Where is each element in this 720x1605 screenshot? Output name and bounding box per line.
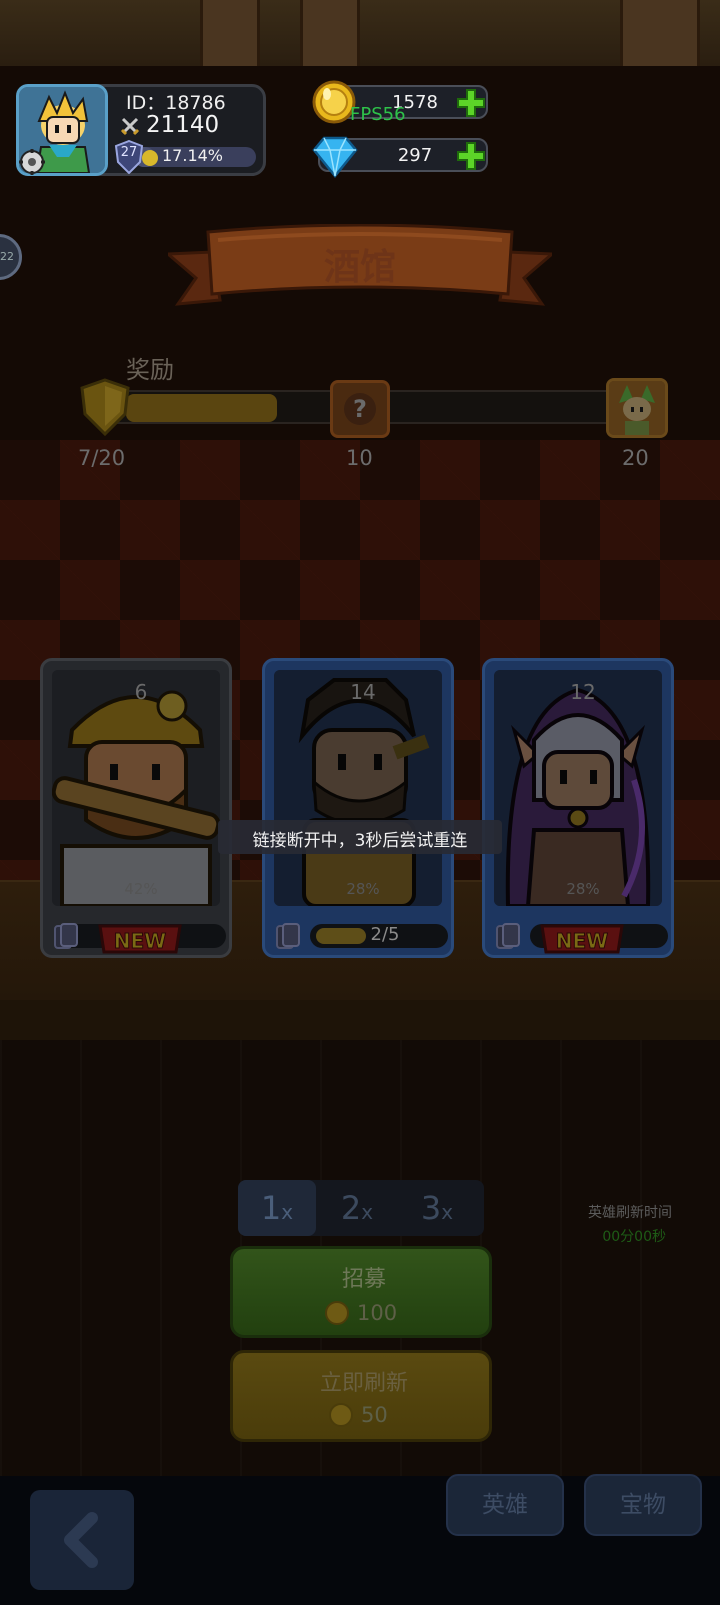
refresh-button-label: 立即刷新 — [319, 1371, 408, 1396]
new-badge-icon: NEW — [98, 924, 182, 954]
hero-refresh-timer: 00分00秒 — [602, 1229, 666, 1245]
new-badge-icon: NEW — [540, 924, 624, 954]
hero-percent: 28% — [566, 880, 600, 898]
hero-reward-portrait[interactable] — [606, 378, 668, 438]
hero-card-art — [52, 670, 220, 906]
counter-shadow — [0, 1000, 720, 1040]
reward-progress-fill — [126, 394, 277, 422]
hero-level: 6 — [134, 680, 148, 704]
hero-level: 12 — [570, 680, 596, 704]
reward-shield-icon — [80, 378, 130, 436]
hero-shard-count: 2/5 — [370, 924, 400, 945]
cards-deck-icon — [54, 923, 78, 949]
page-title: 酒馆 — [323, 247, 396, 288]
refresh-now-button[interactable]: 立即刷新 50 — [230, 1350, 492, 1442]
player-id: ID：18786 — [126, 92, 226, 114]
elf-mage-hero-icon — [494, 670, 662, 906]
svg-text:?: ? — [353, 395, 367, 423]
mystery-reward-chest[interactable]: ? — [330, 380, 390, 438]
cards-deck-icon — [496, 923, 520, 949]
refresh-cost: 50 — [361, 1403, 388, 1427]
player-level: 27 — [120, 145, 138, 160]
reconnect-toast-text: 链接断开中，3秒后尝试重连 — [252, 831, 468, 851]
multiplier-1x[interactable]: 1x — [238, 1180, 316, 1236]
crossed-swords-icon — [120, 117, 140, 136]
milestone-20: 20 — [622, 446, 649, 470]
hero-percent: 42% — [124, 880, 158, 898]
xp-percent: 17.14% — [162, 146, 224, 165]
reward-progress-text: 7/20 — [78, 446, 126, 470]
gem-amount: 297 — [397, 145, 433, 166]
chevron-left-icon — [64, 1512, 98, 1568]
tab-heroes[interactable]: 英雄 — [446, 1474, 564, 1536]
elf-hero-icon — [609, 381, 665, 435]
side-event-label: 22 — [0, 250, 14, 263]
hero-card-art — [274, 670, 442, 906]
hero-percent: 28% — [346, 880, 380, 898]
new-badge-label: NEW — [556, 929, 608, 953]
hero-level: 14 — [350, 680, 376, 704]
scene-top-strip — [0, 0, 720, 66]
warrior-hero-icon — [274, 670, 442, 906]
fps-counter: FPS56 — [350, 104, 406, 125]
new-badge-label: NEW — [114, 929, 166, 953]
recruit-button[interactable]: 招募 100 — [230, 1246, 492, 1338]
settings-gear-icon[interactable] — [18, 148, 46, 176]
tab-treasures[interactable]: 宝物 — [584, 1474, 702, 1536]
multiplier-3x[interactable]: 3x — [398, 1180, 476, 1236]
hero-refresh-label: 英雄刷新时间 — [588, 1205, 672, 1221]
diamond-gem-icon — [312, 136, 358, 178]
multiplier-2x[interactable]: 2x — [318, 1180, 396, 1236]
hero-shard-fill — [316, 928, 366, 944]
milestone-10: 10 — [346, 446, 373, 470]
recruit-cost: 100 — [357, 1301, 398, 1325]
add-gems-plus-icon[interactable] — [456, 141, 486, 171]
add-gold-plus-icon[interactable] — [456, 88, 486, 118]
coin-icon — [329, 1403, 353, 1427]
hero-card-art — [494, 670, 662, 906]
cards-deck-icon — [276, 923, 300, 949]
player-power: 21140 — [146, 112, 220, 138]
coin-icon — [325, 1301, 349, 1325]
question-mark-icon: ? — [344, 393, 376, 425]
reward-label: 奖励 — [126, 356, 174, 384]
recruit-button-label: 招募 — [341, 1267, 386, 1292]
miner-hero-icon — [52, 670, 220, 906]
back-button[interactable] — [30, 1490, 134, 1590]
xp-coin-icon — [142, 150, 158, 166]
